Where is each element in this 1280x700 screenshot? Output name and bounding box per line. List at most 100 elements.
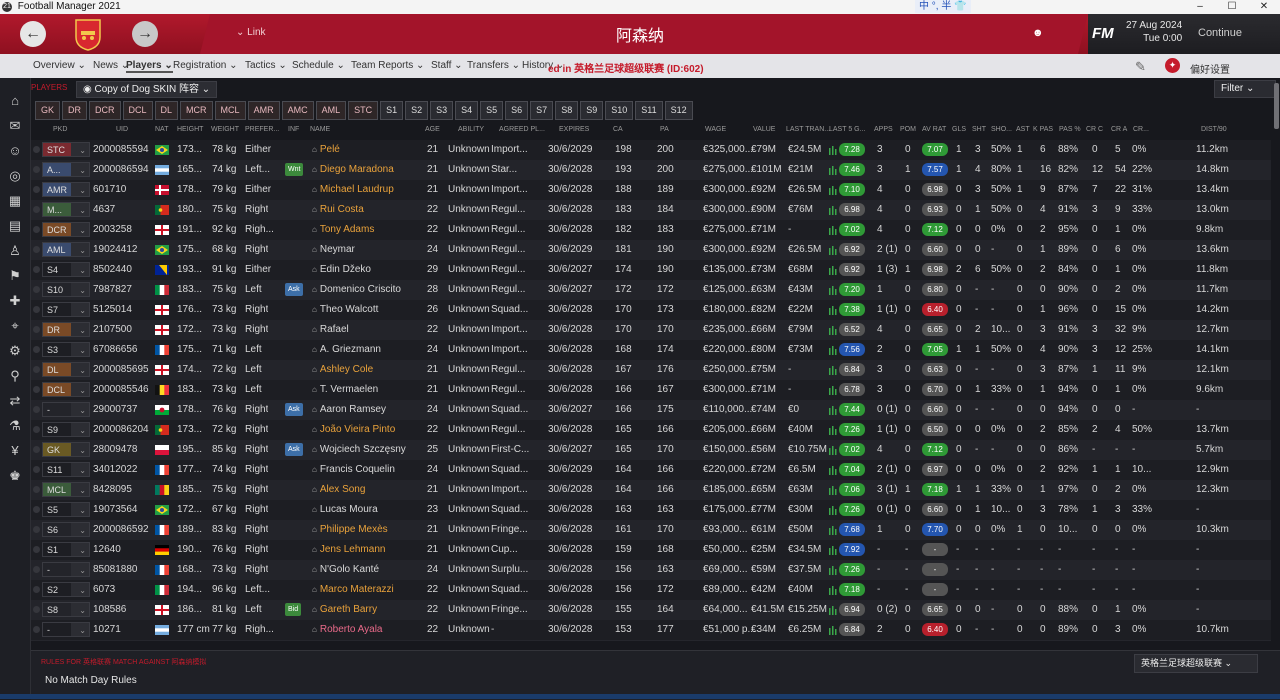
sidebar-medical-icon[interactable]: ✚	[7, 293, 23, 309]
sidebar-home-icon[interactable]: ⌂	[7, 93, 23, 109]
col-agreed-playing-time[interactable]: AGREED PL...	[499, 126, 545, 133]
pill-s10[interactable]: S10	[605, 101, 634, 120]
pill-s4[interactable]: S4	[455, 101, 479, 120]
player-name-link[interactable]: ⌂ Edin Džeko	[312, 264, 371, 275]
col-pass-pct[interactable]: PAS %	[1059, 126, 1081, 133]
sidebar-scouting-icon[interactable]: ⌖	[7, 318, 23, 334]
col-inf[interactable]: INF	[288, 126, 299, 133]
table-row[interactable]: S6 ⌄ 2000086592 189... 83 kg Right 21 Unknown Fr…	[31, 520, 1271, 541]
select-dot-icon[interactable]	[33, 266, 40, 273]
table-row[interactable]: MCL ⌄ 8428095 185... 75 kg Right 21 Unknown Impo…	[31, 480, 1271, 501]
tab-tactics[interactable]: Tactics ⌄	[245, 60, 287, 71]
pill-aml[interactable]: AML	[315, 101, 347, 120]
competition-dropdown[interactable]: 英格兰足球超级联赛 ⌄	[1134, 654, 1258, 673]
player-name-link[interactable]: ⌂ Domenico Criscito	[312, 284, 401, 295]
tab-news[interactable]: News ⌄	[93, 60, 129, 71]
table-row[interactable]: S4 ⌄ 8502440 193... 91 kg Either 29 Unknown Regu…	[31, 260, 1271, 281]
select-dot-icon[interactable]	[33, 146, 40, 153]
player-name-link[interactable]: ⌂ Neymar	[312, 244, 355, 255]
player-name-link[interactable]: ⌂ Rafael	[312, 324, 349, 335]
col-name[interactable]: NAME	[310, 126, 330, 133]
sidebar-transfers-icon[interactable]: ⇄	[7, 393, 23, 409]
col-weight[interactable]: WEIGHT	[211, 126, 239, 133]
position-selector[interactable]: S9 ⌄	[42, 422, 90, 437]
pill-s1[interactable]: S1	[380, 101, 404, 120]
col-shots-on-target[interactable]: SHO...	[991, 126, 1012, 133]
maximize-button[interactable]: ☐	[1216, 0, 1248, 14]
col-crosses-completed[interactable]: CR C	[1086, 126, 1103, 133]
select-dot-icon[interactable]	[33, 226, 40, 233]
pill-mcl[interactable]: MCL	[214, 101, 246, 120]
pill-amr[interactable]: AMR	[247, 101, 280, 120]
select-dot-icon[interactable]	[33, 466, 40, 473]
player-name-link[interactable]: ⌂ Tony Adams	[312, 224, 374, 235]
position-selector[interactable]: S10 ⌄	[42, 282, 90, 297]
col-distance-per90[interactable]: DIST/90	[1201, 126, 1227, 133]
pill-amc[interactable]: AMC	[281, 101, 314, 120]
tab-players[interactable]: Players ⌄	[126, 60, 173, 73]
position-selector[interactable]: DR ⌄	[42, 322, 90, 337]
player-name-link[interactable]: ⌂ Wojciech Szczęsny	[312, 444, 406, 455]
tab-team-reports[interactable]: Team Reports ⌄	[351, 60, 424, 71]
table-row[interactable]: AMR ⌄ 601710 178... 79 kg Either 21 Unknown Impo…	[31, 180, 1271, 201]
player-name-link[interactable]: ⌂ Francis Coquelin	[312, 464, 395, 475]
position-selector[interactable]: S11 ⌄	[42, 462, 90, 477]
tab-schedule[interactable]: Schedule ⌄	[292, 60, 345, 71]
minimize-button[interactable]: –	[1184, 0, 1216, 14]
player-name-link[interactable]: ⌂ Ashley Cole	[312, 364, 373, 375]
forward-button[interactable]: →	[132, 21, 158, 47]
position-selector[interactable]: DL ⌄	[42, 362, 90, 377]
col-ability[interactable]: ABILITY	[458, 126, 484, 133]
table-row[interactable]: M... ⌄ 4637 180... 75 kg Right 22 Unknown Regul.…	[31, 200, 1271, 221]
sidebar-search-icon[interactable]: ⚲	[7, 368, 23, 384]
col-shots[interactable]: SHT	[972, 126, 986, 133]
sidebar-settings-icon[interactable]: ⚙	[7, 343, 23, 359]
pill-s11[interactable]: S11	[635, 101, 663, 120]
position-selector[interactable]: S2 ⌄	[42, 582, 90, 597]
select-dot-icon[interactable]	[33, 306, 40, 313]
continue-button[interactable]: Continue	[1198, 27, 1242, 39]
col-key-passes[interactable]: K PAS	[1033, 126, 1053, 133]
select-dot-icon[interactable]	[33, 246, 40, 253]
pill-dcr[interactable]: DCR	[89, 101, 121, 120]
table-row[interactable]: S5 ⌄ 19073564 172... 67 kg Right 23 Unknown Squa…	[31, 500, 1271, 521]
select-dot-icon[interactable]	[33, 546, 40, 553]
col-cross-pct[interactable]: CR...	[1133, 126, 1149, 133]
pill-s3[interactable]: S3	[430, 101, 454, 120]
select-dot-icon[interactable]	[33, 626, 40, 633]
select-dot-icon[interactable]	[33, 186, 40, 193]
link-dropdown[interactable]: ⌄ Link	[236, 27, 266, 38]
table-row[interactable]: A... ⌄ 2000086594 165... 74 kg Left... 21 Unkno…	[31, 160, 1271, 181]
select-dot-icon[interactable]	[33, 166, 40, 173]
sidebar-reports-icon[interactable]: ▤	[7, 218, 23, 234]
view-selector[interactable]: ◉ Copy of Dog SKIN 阵容 ⌄	[76, 81, 218, 98]
select-dot-icon[interactable]	[33, 406, 40, 413]
table-row[interactable]: DCL ⌄ 2000085546 183... 73 kg Left 21 Unknown Re…	[31, 380, 1271, 401]
position-selector[interactable]: GK ⌄	[42, 442, 90, 457]
position-selector[interactable]: S7 ⌄	[42, 302, 90, 317]
player-name-link[interactable]: ⌂ A. Griezmann	[312, 344, 381, 355]
col-height[interactable]: HEIGHT	[177, 126, 203, 133]
col-nat[interactable]: NAT	[155, 126, 168, 133]
pill-dr[interactable]: DR	[62, 101, 88, 120]
pencil-icon[interactable]: ✎	[1135, 59, 1146, 75]
club-crest-icon[interactable]	[73, 17, 103, 51]
pill-s2[interactable]: S2	[405, 101, 429, 120]
sidebar-inbox-icon[interactable]: ✉	[7, 118, 23, 134]
table-row[interactable]: S7 ⌄ 5125014 176... 73 kg Right 26 Unknown Squad…	[31, 300, 1271, 321]
club-badge-icon[interactable]: ☻	[1032, 27, 1044, 39]
player-name-link[interactable]: ⌂ Rui Costa	[312, 204, 364, 215]
select-dot-icon[interactable]	[33, 606, 40, 613]
table-row[interactable]: DR ⌄ 2107500 172... 73 kg Right 22 Unknown Impor…	[31, 320, 1271, 341]
col-uid[interactable]: UID	[116, 126, 128, 133]
col-value[interactable]: VALUE	[753, 126, 775, 133]
pill-s12[interactable]: S12	[664, 101, 693, 120]
sidebar-people-icon[interactable]: ♚	[7, 468, 23, 484]
position-selector[interactable]: AMR ⌄	[42, 182, 90, 197]
table-row[interactable]: GK ⌄ 28009478 195... 85 kg Right 25 Unknown Firs…	[31, 440, 1271, 461]
player-name-link[interactable]: ⌂ Pelé	[312, 144, 340, 155]
pill-stc[interactable]: STC	[348, 101, 379, 120]
sidebar-calendar-icon[interactable]: ▦	[7, 193, 23, 209]
table-row[interactable]: DCR ⌄ 2003258 191... 92 kg Righ... 22 Unknown Re…	[31, 220, 1271, 241]
position-selector[interactable]: MCL ⌄	[42, 482, 90, 497]
